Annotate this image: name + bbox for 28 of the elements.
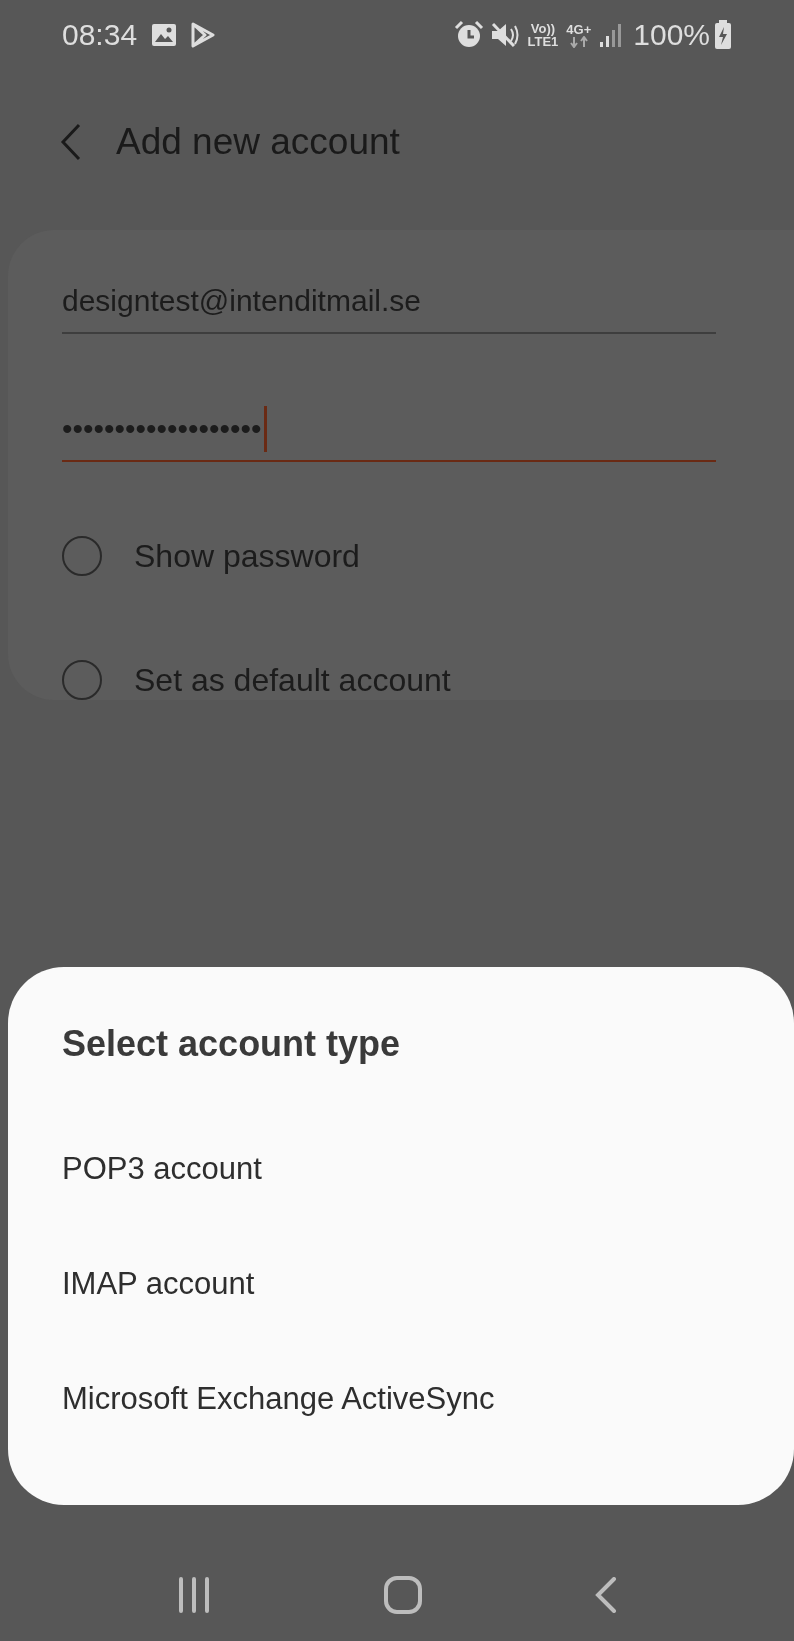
battery-charging-icon [714,20,732,50]
signal-icon [599,22,624,48]
home-icon[interactable] [384,1576,422,1614]
option-label[interactable]: Show password [134,537,360,575]
back-nav-icon[interactable] [595,1577,618,1613]
account-type-option[interactable]: Microsoft Exchange ActiveSync [62,1341,740,1456]
image-icon [151,23,178,47]
data-arrows-icon [568,35,589,48]
network-label: 4G+ [566,22,592,36]
back-icon[interactable] [60,123,82,161]
status-time: 08:34 [62,18,138,52]
radio-button[interactable] [62,660,102,700]
radio-button[interactable] [62,536,102,576]
page-title: Add new account [116,121,400,163]
option-label[interactable]: Set as default account [134,661,451,699]
text-cursor [263,406,267,452]
email-field[interactable]: designtest@intenditmail.se [62,270,716,334]
battery-percent: 100% [633,18,710,52]
alarm-icon [453,20,484,50]
mute-icon [489,21,520,49]
password-field[interactable]: ••••••••••••••••••• [62,398,716,462]
sheet-title: Select account type [62,1023,402,1065]
play-store-icon [191,22,216,48]
account-type-option[interactable]: POP3 account [62,1111,740,1226]
lte-label: LTE1 [527,35,559,48]
account-type-option[interactable]: IMAP account [62,1226,740,1341]
volte-label: Vo)) [530,22,556,35]
recent-apps-icon[interactable] [176,1577,211,1613]
